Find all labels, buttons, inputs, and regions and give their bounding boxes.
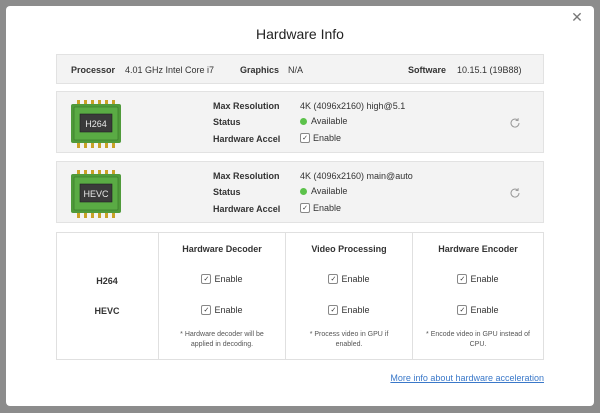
hevc-accel-value: Enable <box>313 203 342 213</box>
h264-accel-value: Enable <box>313 133 342 143</box>
checkbox-checked-icon[interactable]: ✓ <box>457 305 468 315</box>
checkbox-checked-icon[interactable]: ✓ <box>201 305 212 315</box>
checkbox-checked-icon[interactable]: ✓ <box>300 133 310 143</box>
graphics-value: N/A <box>288 65 304 75</box>
close-icon[interactable]: ✕ <box>570 10 584 24</box>
encoder-note: * Encode video in GPU instead of CPU. <box>426 331 530 348</box>
dialog-title: Hardware Info <box>256 26 344 42</box>
status-dot-icon <box>300 117 307 125</box>
processor-value: 4.01 GHz Intel Core i7 <box>125 65 215 75</box>
h264-status-label: Status <box>213 117 241 127</box>
hevc-max-res-label: Max Resolution <box>213 171 280 181</box>
acceleration-matrix: Hardware Decoder Video Processing Hardwa… <box>56 232 544 360</box>
software-value: 10.15.1 (19B88) <box>457 65 522 75</box>
h264-decoder-checkbox[interactable]: ✓ Enable <box>159 274 285 284</box>
hardware-info-dialog: ✕ Hardware Info Processor 4.01 GHz Intel… <box>6 6 594 406</box>
h264-chip-label: H264 <box>85 119 107 129</box>
h264-encoder-checkbox[interactable]: ✓ Enable <box>413 274 543 284</box>
hevc-codec-panel: HEVC Max Resolution 4K (4096x2160) main@… <box>56 161 544 223</box>
system-info-bar: Processor 4.01 GHz Intel Core i7 Graphic… <box>56 54 544 84</box>
h264-status: Available <box>300 116 347 126</box>
processor-label: Processor <box>71 65 116 75</box>
hevc-status: Available <box>300 186 347 196</box>
col-hardware-encoder: Hardware Encoder <box>438 244 518 254</box>
more-info-link[interactable]: More info about hardware acceleration <box>390 373 544 383</box>
h264-codec-panel: H264 Max Resolution 4K (4096x2160) high@… <box>56 91 544 153</box>
hevc-encoder-checkbox[interactable]: ✓ Enable <box>413 305 543 315</box>
hevc-chip-icon: HEVC <box>71 170 121 218</box>
h264-max-res-label: Max Resolution <box>213 101 280 111</box>
h264-chip-icon: H264 <box>71 100 121 148</box>
status-dot-icon <box>300 187 307 195</box>
checkbox-checked-icon[interactable]: ✓ <box>457 274 468 284</box>
h264-processing-checkbox[interactable]: ✓ Enable <box>286 274 412 284</box>
checkbox-checked-icon[interactable]: ✓ <box>201 274 212 284</box>
h264-refresh-icon[interactable] <box>509 117 521 129</box>
hevc-decoder-checkbox[interactable]: ✓ Enable <box>159 305 285 315</box>
h264-status-value: Available <box>311 116 348 126</box>
h264-max-res-value: 4K (4096x2160) high@5.1 <box>300 101 406 111</box>
software-label: Software <box>408 65 447 75</box>
row-hevc: HEVC <box>94 306 120 316</box>
hevc-max-res-value: 4K (4096x2160) main@auto <box>300 171 413 181</box>
hevc-refresh-icon[interactable] <box>509 187 521 199</box>
col-hardware-decoder: Hardware Decoder <box>182 244 262 254</box>
hevc-processing-checkbox[interactable]: ✓ Enable <box>286 305 412 315</box>
h264-accel-checkbox[interactable]: ✓ Enable <box>300 133 341 143</box>
row-h264: H264 <box>96 276 118 286</box>
decoder-note: * Hardware decoder will be applied in de… <box>180 331 264 348</box>
col-video-processing: Video Processing <box>311 244 387 254</box>
hevc-accel-checkbox[interactable]: ✓ Enable <box>300 203 341 213</box>
hevc-chip-label: HEVC <box>83 189 109 199</box>
processing-note: * Process video in GPU if enabled. <box>309 331 389 348</box>
hevc-accel-label: Hardware Accel <box>213 204 281 214</box>
hevc-status-label: Status <box>213 187 241 197</box>
checkbox-checked-icon[interactable]: ✓ <box>328 305 339 315</box>
hevc-status-value: Available <box>311 186 348 196</box>
graphics-label: Graphics <box>240 65 280 75</box>
checkbox-checked-icon[interactable]: ✓ <box>328 274 339 284</box>
h264-accel-label: Hardware Accel <box>213 134 281 144</box>
checkbox-checked-icon[interactable]: ✓ <box>300 203 310 213</box>
